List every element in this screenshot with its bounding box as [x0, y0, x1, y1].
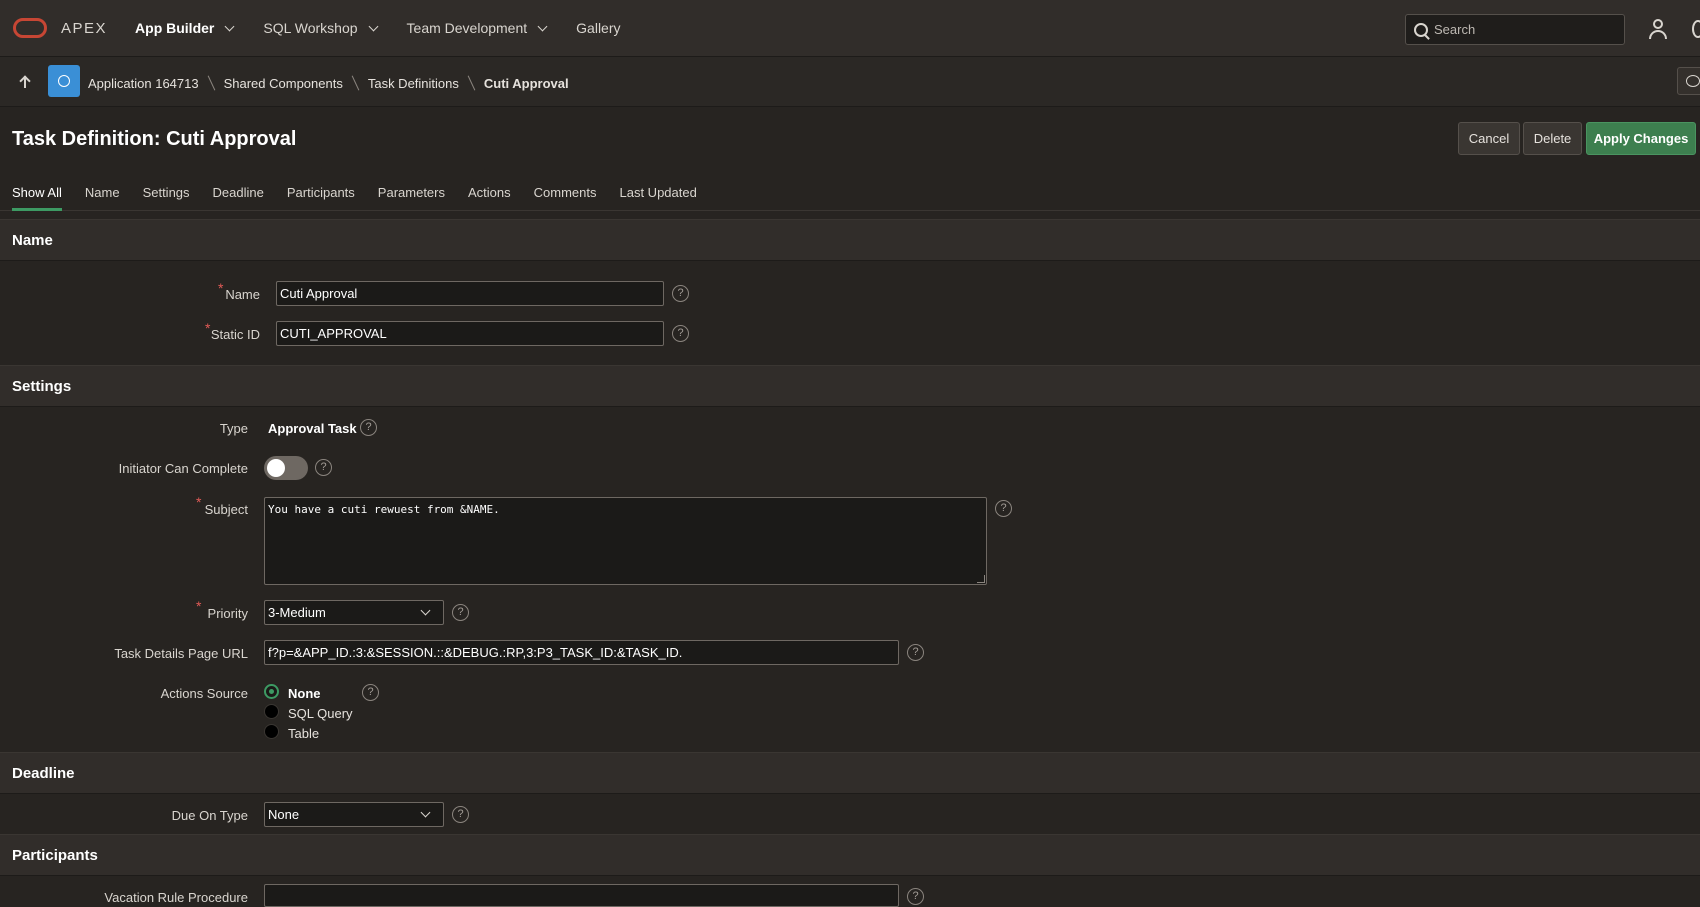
section-settings-header: Settings — [0, 365, 1700, 407]
actions-source-radio-none[interactable] — [264, 684, 279, 699]
search-input[interactable]: Search — [1405, 14, 1625, 45]
initiator-can-complete-label: Initiator Can Complete — [118, 461, 248, 476]
radio-label: None — [288, 686, 321, 701]
help-icon[interactable]: ? — [907, 888, 924, 905]
tab-last-updated[interactable]: Last Updated — [620, 179, 697, 211]
priority-select[interactable]: 3-Medium — [264, 600, 444, 625]
priority-label: Priority — [207, 606, 248, 621]
tab-name[interactable]: Name — [85, 179, 120, 211]
cancel-button[interactable]: Cancel — [1458, 122, 1520, 155]
breadcrumb-application[interactable]: Application 164713 — [88, 76, 199, 91]
help-icon[interactable]: ? — [452, 604, 469, 621]
user-settings-icon[interactable] — [1648, 18, 1670, 40]
actions-source-radio-table[interactable] — [264, 724, 279, 739]
tab-deadline[interactable]: Deadline — [213, 179, 264, 211]
page-title: Task Definition: Cuti Approval — [12, 128, 297, 150]
radio-label: SQL Query — [288, 706, 353, 721]
help-icon[interactable]: ? — [672, 325, 689, 342]
breadcrumb-bar: Application 164713 Shared Components Tas… — [0, 57, 1700, 107]
breadcrumb: Application 164713 Shared Components Tas… — [88, 75, 569, 91]
help-icon[interactable]: ? — [995, 500, 1012, 517]
top-navigation: APEX App Builder SQL Workshop Team Devel… — [0, 0, 1700, 57]
help-icon[interactable]: ? — [672, 285, 689, 302]
subject-label: Subject — [204, 502, 248, 517]
tab-parameters[interactable]: Parameters — [378, 179, 445, 211]
region-tabs: Show All Name Settings Deadline Particip… — [0, 179, 1700, 211]
application-icon[interactable] — [48, 65, 80, 97]
breadcrumb-separator — [351, 75, 360, 91]
chevron-down-icon — [537, 21, 548, 31]
nav-gallery[interactable]: Gallery — [576, 20, 620, 36]
actions-source-label: Actions Source — [160, 686, 248, 701]
subject-textarea[interactable]: You have a cuti rewuest from &NAME. — [264, 497, 987, 585]
chevron-down-icon — [224, 21, 235, 31]
resize-handle-icon[interactable] — [977, 575, 985, 583]
actions-source-radio-sql-query[interactable] — [264, 704, 279, 719]
due-on-type-select[interactable]: None — [264, 802, 444, 827]
section-name-header: Name — [0, 219, 1700, 261]
help-icon[interactable]: ? — [360, 419, 377, 436]
help-icon[interactable] — [1692, 20, 1700, 38]
help-icon[interactable]: ? — [362, 684, 379, 701]
tab-comments[interactable]: Comments — [534, 179, 597, 211]
apex-brand[interactable]: APEX — [61, 20, 107, 37]
static-id-field[interactable]: CUTI_APPROVAL — [276, 321, 664, 346]
oracle-logo-icon[interactable] — [13, 18, 47, 38]
vacation-rule-field[interactable] — [264, 884, 899, 907]
type-value: Approval Task — [268, 421, 357, 436]
vacation-rule-label: Vacation Rule Procedure — [104, 890, 248, 905]
radio-label: Table — [288, 726, 320, 741]
nav-sql-workshop[interactable]: SQL Workshop — [263, 20, 378, 36]
chevron-down-icon — [420, 807, 431, 818]
static-id-label: Static ID — [210, 327, 260, 342]
task-details-url-label: Task Details Page URL — [114, 646, 248, 661]
breadcrumb-shared-components[interactable]: Shared Components — [224, 76, 343, 91]
tab-actions[interactable]: Actions — [468, 179, 511, 211]
search-icon — [1414, 22, 1428, 37]
section-participants-header: Participants — [0, 834, 1700, 876]
breadcrumb-task-definitions[interactable]: Task Definitions — [368, 76, 459, 91]
chevron-down-icon — [420, 605, 431, 616]
breadcrumb-current: Cuti Approval — [483, 75, 569, 91]
help-icon[interactable]: ? — [907, 644, 924, 661]
comment-icon[interactable] — [1677, 67, 1700, 95]
breadcrumb-separator — [207, 75, 215, 91]
tab-show-all[interactable]: Show All — [12, 179, 62, 211]
apply-changes-button[interactable]: Apply Changes — [1586, 122, 1696, 155]
name-field[interactable]: Cuti Approval — [276, 281, 664, 306]
initiator-can-complete-toggle[interactable] — [264, 456, 308, 480]
nav-team-development[interactable]: Team Development — [407, 20, 548, 36]
chevron-down-icon — [368, 21, 378, 31]
type-label: Type — [219, 421, 248, 436]
due-on-type-label: Due On Type — [171, 808, 248, 823]
help-icon[interactable]: ? — [315, 459, 332, 476]
section-deadline-header: Deadline — [0, 752, 1700, 794]
breadcrumb-separator — [467, 75, 476, 91]
nav-app-builder[interactable]: App Builder — [135, 20, 235, 36]
help-icon[interactable]: ? — [452, 806, 469, 823]
tab-participants[interactable]: Participants — [287, 179, 355, 211]
task-details-url-field[interactable]: f?p=&APP_ID.:3:&SESSION.::&DEBUG.:RP,3:P… — [264, 640, 899, 665]
arrow-up-icon[interactable] — [18, 74, 32, 90]
name-label: Name — [225, 287, 260, 302]
tab-settings[interactable]: Settings — [143, 179, 190, 211]
delete-button[interactable]: Delete — [1523, 122, 1582, 155]
